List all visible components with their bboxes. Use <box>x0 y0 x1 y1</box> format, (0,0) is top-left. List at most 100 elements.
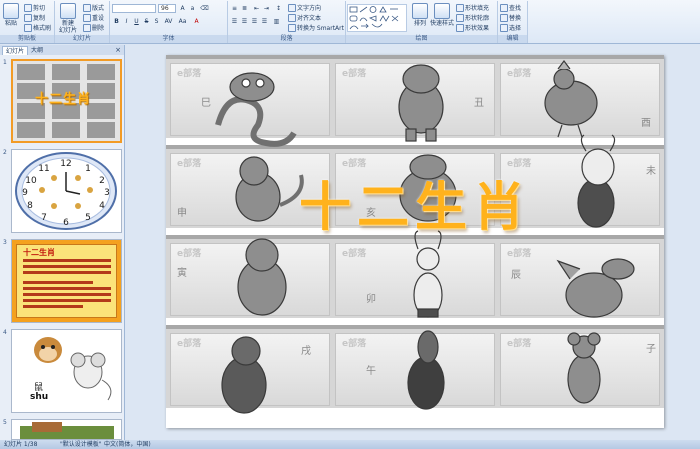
slide-thumbnail-3[interactable]: 十二生肖 <box>11 239 122 323</box>
decrease-indent-button[interactable]: ⇤ <box>252 4 261 13</box>
slide-canvas[interactable]: e部落巳 e部落丑 e部落酉 e部落申 e部落亥 e部落未 e部落寅 e部落卯 … <box>166 55 664 428</box>
arrange-button[interactable]: 排列 <box>412 3 428 27</box>
shapes-icon <box>349 6 399 30</box>
shape-fill-button[interactable]: 形状填充 <box>456 3 489 12</box>
font-name-input[interactable] <box>112 4 156 13</box>
slide-title[interactable]: 十二生肖 <box>166 165 664 240</box>
clear-format-button[interactable]: ⌫ <box>200 4 209 13</box>
new-slide-button[interactable]: 新建 幻灯片 <box>57 3 79 34</box>
slide-number: 1 <box>3 59 7 66</box>
strike-button[interactable]: S <box>142 17 151 26</box>
slides-panel: 幻灯片 大纲 × 1 十二生肖 2 12 1 2 3 4 5 6 7 8 9 1… <box>0 45 125 440</box>
slide-count-status: 幻灯片 1/38 <box>4 441 38 448</box>
delete-slide-button[interactable]: 删除 <box>83 23 104 32</box>
change-case-button[interactable]: Aa <box>178 17 187 26</box>
text-lines-image <box>23 259 111 308</box>
bold-button[interactable]: B <box>112 17 121 26</box>
replace-icon <box>500 13 508 22</box>
reset-button[interactable]: 重设 <box>83 13 104 22</box>
copy-button[interactable]: 复制 <box>24 13 45 22</box>
svg-text:8: 8 <box>27 201 33 211</box>
close-panel-icon[interactable]: × <box>115 46 121 55</box>
outline-pen-icon <box>456 13 464 22</box>
find-button[interactable]: 查找 <box>500 3 521 12</box>
zodiac-pinyin: shu <box>30 392 49 402</box>
font-color-button[interactable]: A <box>192 17 201 26</box>
shape-outline-button[interactable]: 形状轮廓 <box>456 13 489 22</box>
shrink-font-button[interactable]: a <box>188 4 197 13</box>
svg-text:7: 7 <box>41 213 47 223</box>
italic-button[interactable]: I <box>122 17 131 26</box>
format-painter-button[interactable]: 格式刷 <box>24 23 51 32</box>
columns-button[interactable]: ▥ <box>272 17 281 26</box>
quick-styles-icon <box>434 3 450 19</box>
select-button[interactable]: 选择 <box>500 23 521 32</box>
justify-button[interactable]: ☰ <box>260 17 269 26</box>
brush-icon <box>24 23 32 32</box>
shapes-gallery[interactable] <box>347 4 407 32</box>
slide-thumbnail-5[interactable] <box>11 419 122 440</box>
shadow-button[interactable]: S <box>152 17 161 26</box>
slide-thumbnail-2[interactable]: 12 1 2 3 45 6 78 9 10 11 <box>11 149 122 233</box>
arrange-icon <box>412 3 428 19</box>
grow-font-button[interactable]: A <box>178 4 187 13</box>
quick-styles-button[interactable]: 快速样式 <box>430 3 454 27</box>
align-right-button[interactable]: ☰ <box>250 17 259 26</box>
svg-text:10: 10 <box>25 176 37 186</box>
landscape-image <box>12 420 121 439</box>
binoculars-icon <box>500 3 508 12</box>
svg-text:12: 12 <box>60 159 71 169</box>
shape-effects-button[interactable]: 形状效果 <box>456 23 489 32</box>
smartart-button[interactable]: 转换为 SmartArt <box>288 23 344 32</box>
align-left-button[interactable]: ☰ <box>230 17 239 26</box>
increase-indent-button[interactable]: ⇥ <box>262 4 271 13</box>
tab-outline[interactable]: 大纲 <box>28 46 46 55</box>
tab-slides[interactable]: 幻灯片 <box>2 46 29 55</box>
theme-status: "默认设计模板" <box>60 441 102 448</box>
paste-button[interactable]: 粘贴 <box>2 3 20 27</box>
align-text-icon <box>288 13 296 22</box>
ribbon: 粘贴 剪切 复制 格式刷 剪贴板 新建 幻灯片 版式 重设 删除 幻灯片 96 … <box>0 0 700 44</box>
svg-text:1: 1 <box>85 164 91 174</box>
layout-button[interactable]: 版式 <box>83 3 104 12</box>
align-text-button[interactable]: 对齐文本 <box>288 13 321 22</box>
scissors-icon <box>24 3 32 12</box>
slide-thumbnail-4[interactable]: 鼠 shu <box>11 329 122 413</box>
svg-text:5: 5 <box>85 213 91 223</box>
align-center-button[interactable]: ☰ <box>240 17 249 26</box>
fill-bucket-icon <box>456 3 464 12</box>
font-size-input[interactable]: 96 <box>158 4 176 13</box>
new-slide-icon <box>60 3 76 19</box>
slide-number: 4 <box>3 329 7 336</box>
slide-thumbnail-1[interactable]: 十二生肖 <box>11 59 122 143</box>
line-spacing-button[interactable]: ↕ <box>274 4 283 13</box>
text-direction-icon <box>288 3 296 12</box>
smartart-icon <box>288 23 296 32</box>
underline-button[interactable]: U <box>132 17 141 26</box>
layout-icon <box>83 3 91 12</box>
cursor-icon <box>500 23 508 32</box>
svg-text:11: 11 <box>38 164 49 174</box>
panel-tabs: 幻灯片 大纲 × <box>0 45 124 55</box>
cut-button[interactable]: 剪切 <box>24 3 45 12</box>
bullets-button[interactable]: ≡ <box>230 4 239 13</box>
text-direction-button[interactable]: 文字方向 <box>288 3 321 12</box>
replace-button[interactable]: 替换 <box>500 13 521 22</box>
slide-editing-area: e部落巳 e部落丑 e部落酉 e部落申 e部落亥 e部落未 e部落寅 e部落卯 … <box>126 45 700 440</box>
svg-text:9: 9 <box>22 188 28 198</box>
drawing-group: 排列 快速样式 形状填充 形状轮廓 形状效果 绘图 <box>346 1 498 43</box>
clipboard-group: 粘贴 剪切 复制 格式刷 剪贴板 <box>0 1 55 43</box>
paste-icon <box>3 3 19 19</box>
delete-icon <box>83 23 91 32</box>
font-group: 96 A a ⌫ B I U S S AV Aa A 字体 <box>110 1 228 43</box>
spacing-button[interactable]: AV <box>164 17 173 26</box>
svg-text:2: 2 <box>99 176 105 186</box>
language-status: 中文(简体，中国) <box>104 441 151 448</box>
thumb-text-block: 十二生肖 <box>16 244 117 318</box>
reset-icon <box>83 13 91 22</box>
status-bar: 幻灯片 1/38 "默认设计模板" 中文(简体，中国) <box>0 440 700 449</box>
slide-number: 5 <box>3 419 7 426</box>
numbering-button[interactable]: ≣ <box>240 4 249 13</box>
paragraph-group: ≡ ≣ ⇤ ⇥ ↕ ☰ ☰ ☰ ☰ ▥ 文字方向 对齐文本 转换为 SmartA… <box>228 1 346 43</box>
svg-text:6: 6 <box>63 218 69 228</box>
